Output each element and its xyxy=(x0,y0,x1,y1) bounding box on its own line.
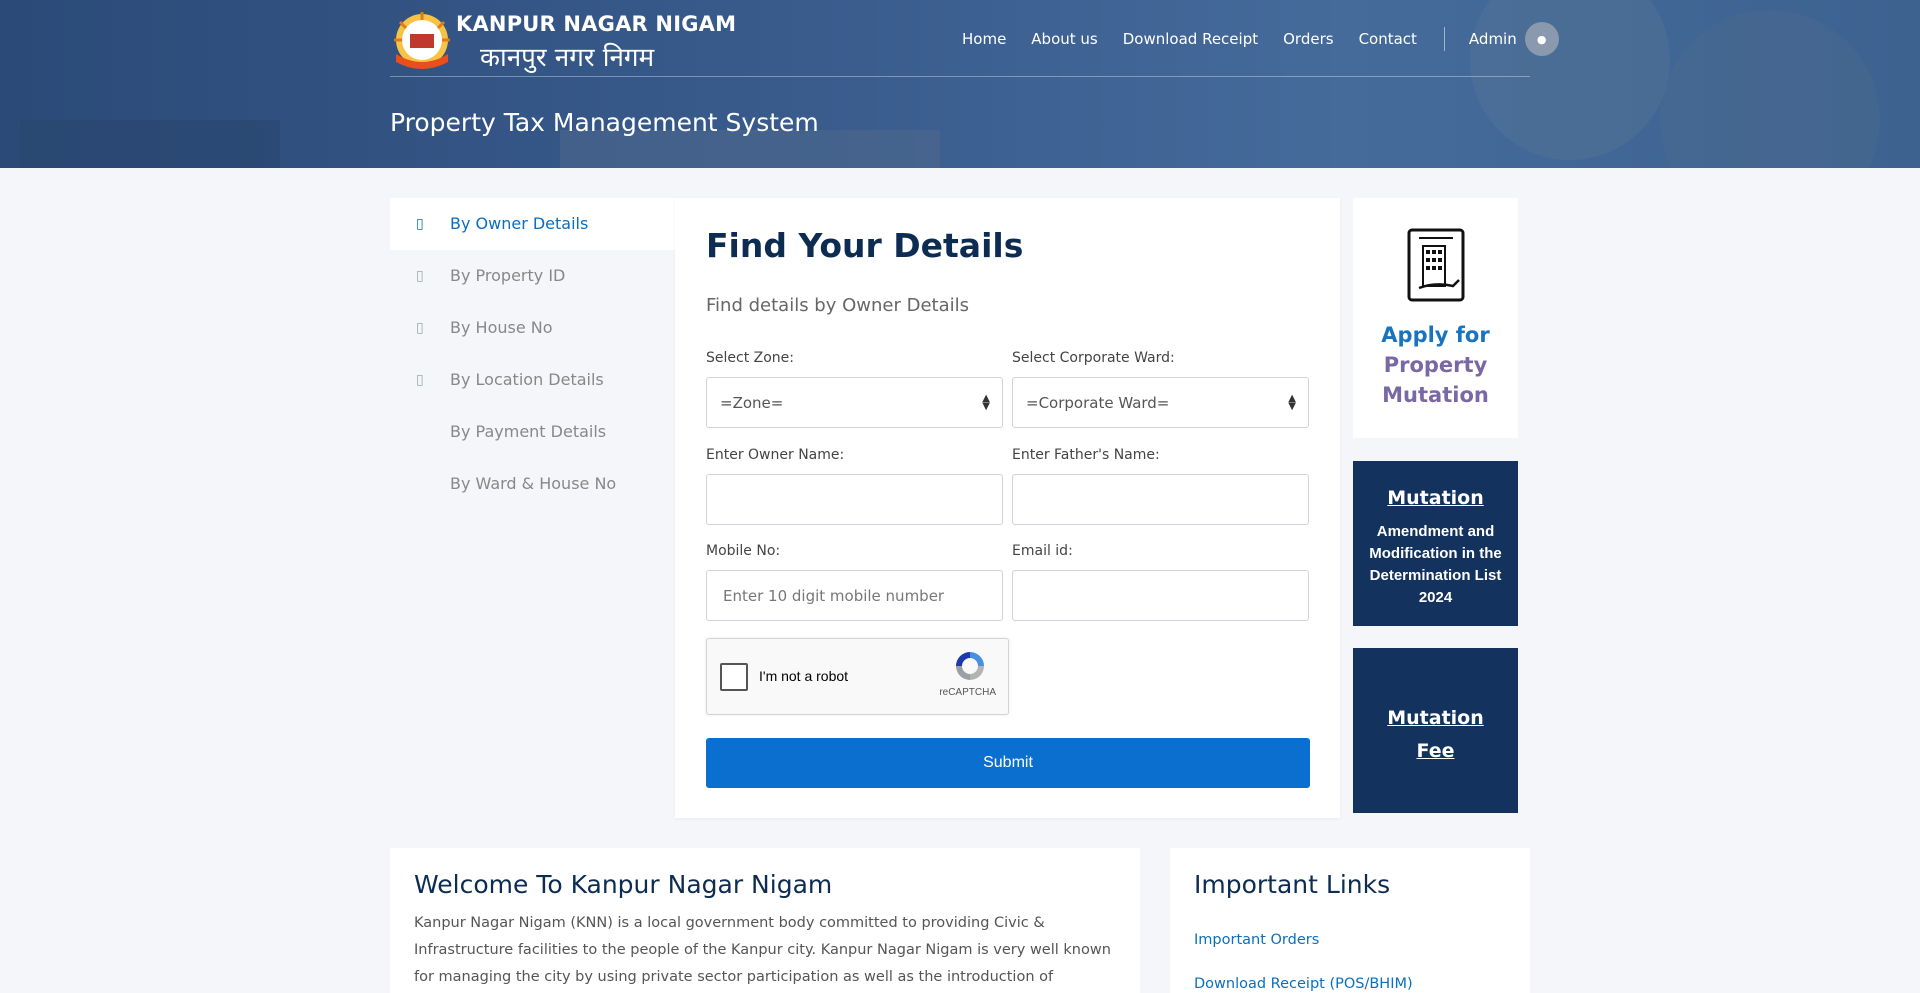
father-name-input[interactable] xyxy=(1012,474,1309,525)
mobile-input[interactable]: Enter 10 digit mobile number xyxy=(706,570,1003,621)
mobile-input-placeholder: Enter 10 digit mobile number xyxy=(723,586,945,605)
zone-select[interactable]: =Zone= ▲ ▼ xyxy=(706,377,1003,428)
search-mode-sidebar: ▯ By Owner Details ▯ By Property ID ▯ By… xyxy=(390,198,675,510)
sidebar-item-label: By Ward & House No xyxy=(450,474,617,493)
sidebar-item-payment-details[interactable]: By Payment Details xyxy=(390,406,675,458)
recaptcha-logo-icon xyxy=(956,652,984,680)
user-icon: ▯ xyxy=(416,216,424,232)
find-details-card: Find Your Details Find details by Owner … xyxy=(675,198,1340,818)
welcome-section: Welcome To Kanpur Nagar Nigam Kanpur Nag… xyxy=(390,848,1140,993)
fee-card-line-2: Fee xyxy=(1416,740,1455,762)
apply-mutation-card[interactable]: Apply for Property Mutation xyxy=(1353,198,1518,438)
location-pin-icon: ▯ xyxy=(416,372,424,388)
header-banner: KANPUR NAGAR NIGAM कानपुर नगर निगम Home … xyxy=(0,0,1920,168)
sidebar-item-house-no[interactable]: ▯ By House No xyxy=(390,302,675,354)
page-title: Property Tax Management System xyxy=(390,108,819,137)
sidebar-item-label: By Location Details xyxy=(450,370,604,389)
sidebar-item-property-id[interactable]: ▯ By Property ID xyxy=(390,250,675,302)
welcome-text: Kanpur Nagar Nigam (KNN) is a local gove… xyxy=(414,915,1111,985)
recaptcha-brand: reCAPTCHA xyxy=(939,687,996,698)
mutation-fee-card[interactable]: Mutation Fee xyxy=(1353,648,1518,813)
nav-about[interactable]: About us xyxy=(1031,30,1097,48)
sidebar-item-location-details[interactable]: ▯ By Location Details xyxy=(390,354,675,406)
sidebar-item-owner-details[interactable]: ▯ By Owner Details xyxy=(390,198,675,250)
recaptcha-label: I'm not a robot xyxy=(759,668,849,684)
zone-label: Select Zone: xyxy=(706,350,794,366)
apply-line-1: Apply for xyxy=(1381,323,1490,347)
fee-card-line-1: Mutation xyxy=(1387,707,1484,729)
ward-select[interactable]: =Corporate Ward= ▲ ▼ xyxy=(1012,377,1309,428)
recaptcha-widget: I'm not a robot reCAPTCHA xyxy=(706,638,1009,715)
nav-contact[interactable]: Contact xyxy=(1359,30,1417,48)
header-divider xyxy=(390,76,1530,77)
id-card-icon: ▯ xyxy=(416,268,424,284)
sidebar-item-label: By Payment Details xyxy=(450,422,607,441)
link-download-receipt[interactable]: Download Receipt (POS/BHIM) xyxy=(1194,976,1413,992)
background-tree xyxy=(1470,0,1670,160)
nav-home[interactable]: Home xyxy=(962,30,1006,48)
background-tree xyxy=(1660,10,1880,168)
email-input[interactable] xyxy=(1012,570,1309,621)
nav-divider xyxy=(1443,27,1445,51)
email-label: Email id: xyxy=(1012,543,1073,559)
home-icon: ▯ xyxy=(416,320,424,336)
sidebar-item-label: By Property ID xyxy=(450,266,566,285)
owner-name-input[interactable] xyxy=(706,474,1003,525)
building-document-icon xyxy=(1407,228,1465,302)
admin-label[interactable]: Admin xyxy=(1469,30,1517,48)
owner-name-label: Enter Owner Name: xyxy=(706,447,845,463)
mutation-card-body: Amendment and Modification in the Determ… xyxy=(1369,523,1502,606)
father-name-label: Enter Father's Name: xyxy=(1012,447,1160,463)
form-title: Find Your Details xyxy=(706,226,1024,265)
mutation-card-title: Mutation xyxy=(1387,487,1484,509)
logo-text-english: KANPUR NAGAR NIGAM xyxy=(456,12,737,36)
sidebar-item-ward-house-no[interactable]: By Ward & House No xyxy=(390,458,675,510)
recaptcha-checkbox[interactable] xyxy=(720,663,748,691)
site-logo[interactable]: KANPUR NAGAR NIGAM कानपुर नगर निगम xyxy=(390,8,736,73)
zone-select-value: =Zone= xyxy=(720,393,784,412)
ward-select-value: =Corporate Ward= xyxy=(1026,393,1170,412)
nav-download-receipt[interactable]: Download Receipt xyxy=(1123,30,1258,48)
apply-line-2: Property xyxy=(1383,353,1488,377)
user-avatar-icon[interactable]: ● xyxy=(1524,22,1559,56)
form-subtitle: Find details by Owner Details xyxy=(706,295,969,316)
sidebar-item-label: By House No xyxy=(450,318,553,337)
important-links-section: Important Links Important Orders Downloa… xyxy=(1170,848,1530,993)
sidebar-item-label: By Owner Details xyxy=(450,214,589,233)
sort-caret-icon: ▲ ▼ xyxy=(1288,393,1296,412)
apply-line-3: Mutation xyxy=(1382,383,1489,407)
ward-label: Select Corporate Ward: xyxy=(1012,350,1175,366)
links-title: Important Links xyxy=(1194,870,1391,899)
mutation-amendment-card[interactable]: Mutation Amendment and Modification in t… xyxy=(1353,461,1518,626)
link-important-orders[interactable]: Important Orders xyxy=(1194,932,1319,948)
top-nav: Home About us Download Receipt Orders Co… xyxy=(962,22,1559,56)
sort-caret-icon: ▲ ▼ xyxy=(982,393,990,412)
welcome-title: Welcome To Kanpur Nagar Nigam xyxy=(414,870,833,899)
nav-orders[interactable]: Orders xyxy=(1283,30,1333,48)
background-building xyxy=(20,120,280,168)
mobile-label: Mobile No: xyxy=(706,543,781,559)
logo-text-hindi: कानपुर नगर निगम xyxy=(480,43,655,73)
knn-emblem-icon xyxy=(394,12,450,69)
submit-button[interactable]: Submit xyxy=(706,738,1310,788)
